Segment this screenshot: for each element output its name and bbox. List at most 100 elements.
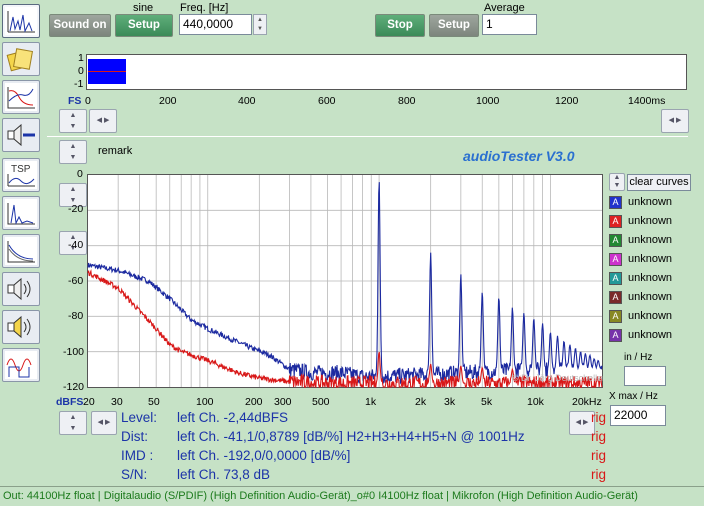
level-value: left Ch. -2,44dBFS (177, 410, 289, 425)
spectrum-y-tick: -100 (63, 346, 85, 358)
legend-label: unknown (628, 234, 673, 246)
scope-y-tick: 0 (78, 65, 84, 77)
watermark: © Dr. Jörg Deutscheller (512, 373, 603, 383)
scope-pan-right[interactable]: ◀ ▶ (661, 109, 689, 133)
tsp-button[interactable]: TSP (2, 158, 40, 192)
scope-trace (88, 71, 126, 72)
legend-color-icon: A (609, 252, 622, 266)
spectrum-x-tick: 3k (444, 396, 456, 408)
legend-entry[interactable]: Aunknown (609, 270, 672, 286)
freq-input[interactable]: 440,0000 (179, 14, 252, 35)
scope-fs-label: FS (68, 95, 82, 107)
legend-entry[interactable]: Aunknown (609, 232, 672, 248)
spectrum-y-unit: dBFS (56, 396, 84, 408)
scope-pan-left-right[interactable]: ◀ ▶ (89, 109, 117, 133)
spectrum-x-tick: 1k (365, 396, 377, 408)
frequency-response-icon (5, 83, 37, 111)
spectrum-x-tick: 50 (148, 396, 160, 408)
files-button[interactable] (2, 42, 40, 76)
legend-label: unknown (628, 329, 673, 341)
stop-button[interactable]: Stop (375, 14, 425, 37)
legend-color-icon: A (609, 309, 622, 323)
rig-flag: rig (591, 429, 607, 444)
spectrum-x-tick: 300 (274, 396, 292, 408)
average-label: Average (484, 2, 525, 14)
dist-value: left Ch. -41,1/0,8789 [dB/%] H2+H3+H4+H5… (177, 429, 525, 444)
legend-color-icon: A (609, 195, 622, 209)
spectrum-x-tick: 10k (527, 396, 544, 408)
spectrum-x-tick: 30 (111, 396, 123, 408)
spectrum-chart: © Dr. Jörg Deutscheller (87, 174, 603, 388)
sweep-button[interactable] (2, 348, 40, 382)
generator-setup-button[interactable]: Setup (115, 14, 173, 37)
remark-label: remark (98, 145, 133, 157)
legend-color-icon: A (609, 290, 622, 304)
scope-x-tick: 400 (238, 95, 256, 107)
waveform-label: sine (133, 2, 154, 14)
legend-label: unknown (628, 196, 673, 208)
speaker-pair-icon (7, 315, 31, 339)
tsp-icon: TSP (5, 161, 37, 189)
speaker-button[interactable] (2, 118, 40, 152)
legend-label: unknown (628, 310, 673, 322)
legend-label: unknown (628, 272, 673, 284)
status-input: I4100Hz float | Mikrofon (High Definitio… (378, 490, 638, 502)
frequency-response-button[interactable] (2, 80, 40, 114)
spectrum-view-button[interactable] (2, 4, 40, 38)
scope-x-tick: 600 (318, 95, 336, 107)
scope-panel (86, 54, 687, 90)
status-bar: Out: 44100Hz float | Digitalaudio (S/PDI… (0, 486, 704, 506)
legend-entry[interactable]: Aunknown (609, 289, 672, 305)
spectrum-x-tick: 100 (196, 396, 214, 408)
spectrum-x-tick: 2k (415, 396, 427, 408)
app-title: audioTester V3.0 (463, 148, 575, 164)
scope-x-tick: 800 (398, 95, 416, 107)
clear-curves-button[interactable]: clear curves (627, 174, 691, 191)
legend-entry[interactable]: Aunknown (609, 194, 672, 210)
acquisition-setup-button[interactable]: Setup (429, 14, 479, 37)
rig-flag: rig (591, 410, 607, 425)
spin-up-icon: ▲ (257, 17, 263, 23)
legend-entry[interactable]: Aunknown (609, 251, 672, 267)
impulse-icon (5, 199, 37, 227)
legend-scroll[interactable]: ▲ ▼ (609, 173, 625, 191)
scope-x-tick: 200 (159, 95, 177, 107)
legend-entry[interactable]: Aunknown (609, 308, 672, 324)
xmax-input[interactable]: 22000 (610, 405, 666, 426)
svg-text:TSP: TSP (11, 164, 31, 175)
sn-label: S/N: (121, 467, 148, 482)
legend-color-icon: A (609, 214, 622, 228)
legend-label: unknown (628, 215, 673, 227)
speaker-icon (7, 123, 35, 147)
xmax-label: X max / Hz (609, 391, 658, 402)
legend-color-icon: A (609, 328, 622, 342)
decay-button[interactable] (2, 234, 40, 268)
level-label: Level: (121, 410, 158, 425)
scope-x-tick: 1000 (476, 95, 500, 107)
sound-on-button[interactable]: Sound on (49, 14, 111, 37)
spectrum-x-tick: 200 (245, 396, 263, 408)
spin-down-icon: ▼ (257, 26, 263, 32)
average-input[interactable]: 1 (482, 14, 537, 35)
imd-label: IMD : (121, 448, 154, 463)
x-pan-left[interactable]: ◀ ▶ (91, 411, 117, 435)
speaker-pair-button[interactable] (2, 310, 40, 344)
x-zoom-spinner[interactable]: ▲ ▼ (59, 411, 87, 435)
freq-spinner[interactable]: ▲ ▼ (253, 14, 267, 35)
sn-value: left Ch. 73,8 dB (177, 467, 271, 482)
impulse-button[interactable] (2, 196, 40, 230)
y-min-label: in / Hz (624, 352, 653, 363)
y-min-input[interactable] (624, 366, 666, 386)
legend-entry[interactable]: Aunknown (609, 327, 672, 343)
freq-label: Freq. [Hz] (180, 2, 229, 14)
sweep-icon (5, 351, 37, 379)
spectrum-y-tick: -120 (63, 381, 85, 393)
files-icon (6, 48, 34, 72)
speaker-measure-button[interactable] (2, 272, 40, 306)
spectrum-y-tick: -60 (68, 275, 84, 287)
remark-spinner[interactable]: ▲ ▼ (59, 140, 87, 164)
legend-entry[interactable]: Aunknown (609, 213, 672, 229)
legend-color-icon: A (609, 233, 622, 247)
spectrum-x-tick: 20kHz (572, 396, 602, 408)
scope-zoom-spinner[interactable]: ▲ ▼ (59, 109, 87, 133)
